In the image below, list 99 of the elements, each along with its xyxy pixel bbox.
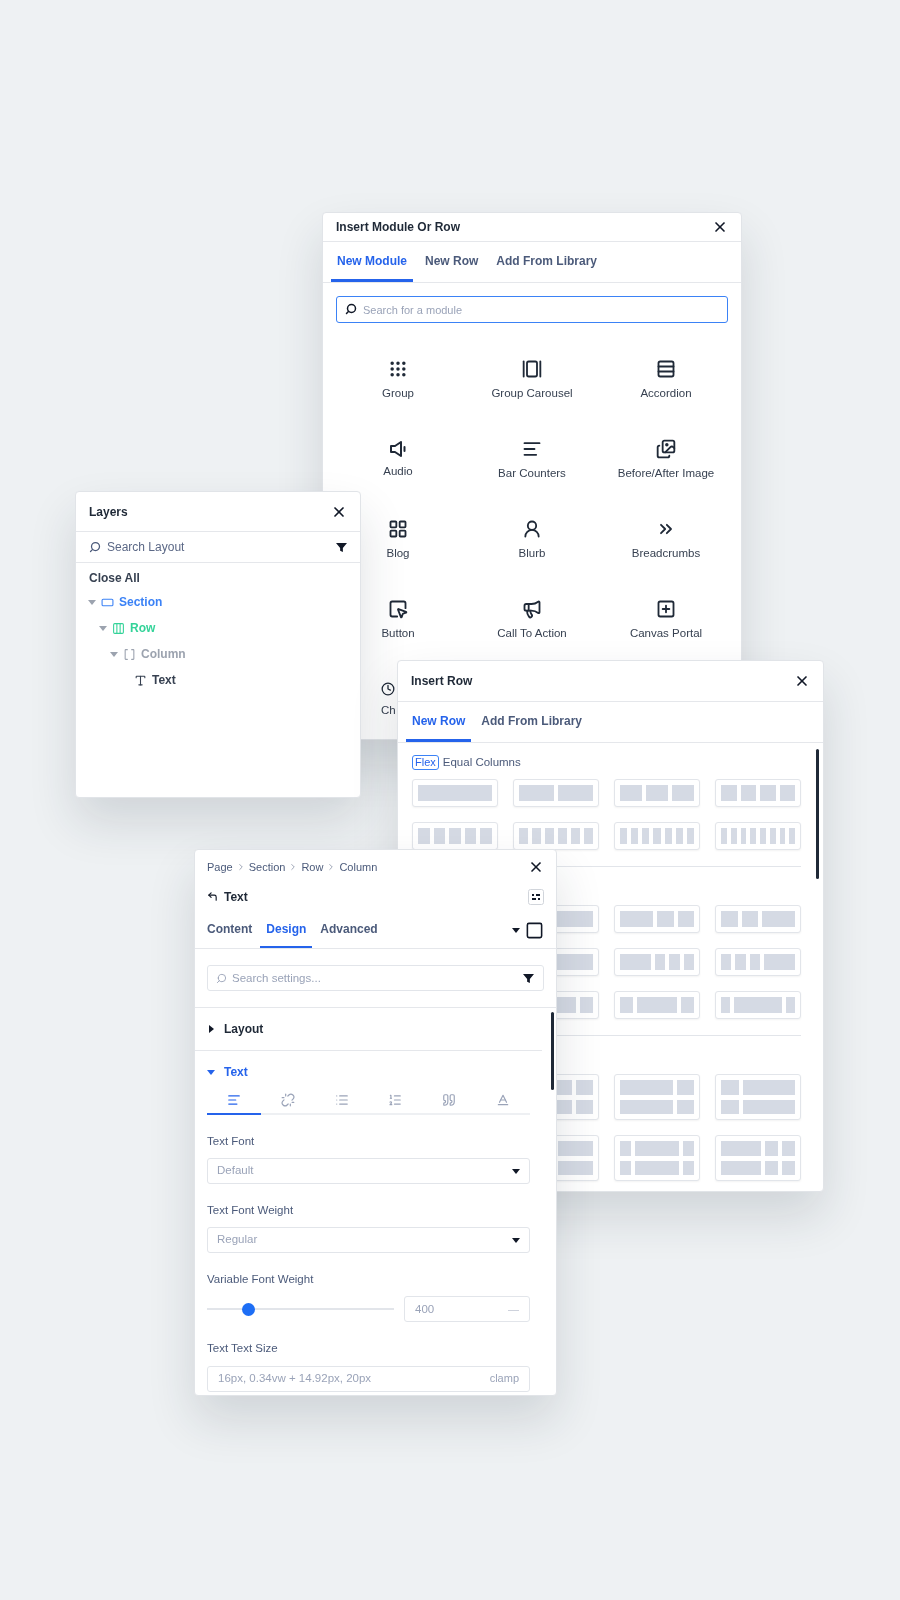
square-plus-icon (656, 598, 676, 619)
caret-icon[interactable] (207, 1024, 215, 1033)
clock-icon (381, 681, 395, 696)
tab[interactable]: Add From Library (475, 702, 589, 742)
search-icon (89, 541, 101, 553)
breadcrumb-link[interactable]: Section (248, 859, 286, 876)
field-label: Text Font Weight (207, 1202, 295, 1218)
tab[interactable]: Advanced (314, 909, 384, 948)
module-item[interactable]: Audio (331, 419, 465, 499)
close-all-button[interactable]: Close All (89, 569, 140, 587)
element-title: Text (224, 888, 248, 906)
search-icon (345, 303, 357, 315)
module-item[interactable]: Group Carousel (465, 339, 599, 419)
grid-icon (388, 518, 408, 539)
tab[interactable]: Add From Library (490, 242, 604, 282)
numbered-list-icon (388, 1092, 403, 1107)
module-item[interactable]: Canvas Portal (599, 579, 733, 659)
tab[interactable]: Design (260, 909, 313, 948)
search-field[interactable]: Search for a module (336, 296, 728, 323)
row-layout-option[interactable] (614, 779, 700, 808)
row-layout-option[interactable] (614, 948, 700, 977)
module-item[interactable]: Bar Counters (465, 419, 599, 499)
tab[interactable]: New Row (406, 702, 472, 742)
module-item[interactable]: Blog (331, 499, 465, 579)
scrollbar[interactable] (551, 1011, 554, 1090)
quote-icon (442, 1092, 457, 1107)
images-icon (656, 438, 676, 459)
dropdown-icon[interactable] (512, 1236, 520, 1244)
window-title: Insert Row (411, 673, 473, 690)
row-layout-option[interactable] (715, 1135, 801, 1182)
window-title: Layers (89, 503, 128, 521)
breadcrumb-link[interactable]: Row (301, 859, 324, 876)
row-layout-option[interactable] (513, 822, 599, 851)
slider-thumb[interactable] (241, 1302, 255, 1316)
tab[interactable]: New Module (331, 242, 413, 282)
unit-label: — (508, 1302, 519, 1317)
row-layout-option[interactable] (614, 1074, 700, 1121)
list-icon (334, 1092, 349, 1107)
field-label: Text Text Size (207, 1341, 279, 1357)
row-layout-option[interactable] (715, 779, 801, 808)
module-item[interactable]: Blurb (465, 499, 599, 579)
letter-icon (496, 1092, 511, 1107)
module-item[interactable]: Breadcrumbs (599, 499, 733, 579)
dropdown-icon[interactable] (512, 1166, 520, 1175)
gallery-icon (522, 358, 542, 379)
module-item[interactable]: Button (331, 579, 465, 659)
row-layout-option[interactable] (715, 822, 801, 851)
rows-icon (656, 358, 676, 379)
slider[interactable] (207, 1302, 394, 1316)
layer-item[interactable]: Text (152, 671, 176, 689)
section-heading: Equal Columns (442, 755, 521, 770)
align-left-icon (226, 1092, 241, 1107)
dots-icon[interactable] (528, 888, 544, 905)
flex-badge: Flex (412, 755, 439, 771)
field-label: Text Font (207, 1133, 256, 1149)
square-icon[interactable] (525, 920, 544, 940)
row-layout-option[interactable] (715, 905, 801, 934)
scrollbar[interactable] (816, 749, 819, 879)
search-icon (216, 972, 227, 984)
field-label: Variable Font Weight (207, 1272, 315, 1287)
module-item[interactable]: Ch (331, 659, 403, 739)
unlink-icon (280, 1092, 295, 1107)
section-toggle[interactable]: Layout (195, 1007, 276, 1050)
close-icon[interactable] (712, 219, 728, 235)
megaphone-icon (522, 598, 542, 619)
person-icon (522, 518, 542, 539)
filter-icon[interactable] (336, 541, 347, 553)
row-layout-option[interactable] (715, 948, 801, 977)
tab[interactable]: New Row (419, 242, 485, 282)
filter-icon[interactable] (523, 972, 534, 984)
module-item[interactable]: Accordion (599, 339, 733, 419)
row-layout-option[interactable] (412, 822, 498, 851)
row-layout-option[interactable] (715, 1074, 801, 1121)
module-item[interactable]: Call To Action (465, 579, 599, 659)
row-layout-option[interactable] (614, 991, 700, 1020)
row-layout-option[interactable] (513, 779, 599, 808)
breadcrumb-link[interactable]: Column (339, 859, 378, 876)
breadcrumb-link[interactable]: Page (207, 859, 233, 876)
tab[interactable]: Content (201, 909, 259, 948)
dropdown-icon[interactable] (512, 926, 520, 934)
module-item[interactable]: Group (331, 339, 465, 419)
window-title: Insert Module Or Row (336, 219, 460, 236)
close-icon[interactable] (794, 673, 810, 689)
row-layout-option[interactable] (614, 822, 700, 851)
pointer-icon (388, 598, 408, 619)
search-field[interactable]: Search Layout (107, 538, 330, 556)
speaker-icon (390, 440, 406, 457)
brackets-icon (123, 647, 136, 661)
layer-item[interactable]: Section (119, 593, 163, 611)
type-icon (134, 673, 147, 687)
unit-label: clamp (489, 1371, 519, 1387)
columns-icon (112, 621, 125, 635)
row-layout-option[interactable] (412, 779, 498, 808)
module-item[interactable]: Before/After Image (599, 419, 733, 499)
row-layout-option[interactable] (715, 991, 801, 1020)
section-toggle[interactable]: Text (195, 1050, 260, 1093)
back-arrow-icon[interactable] (207, 891, 218, 902)
row-layout-option[interactable] (614, 1135, 700, 1182)
row-layout-option[interactable] (614, 905, 700, 934)
